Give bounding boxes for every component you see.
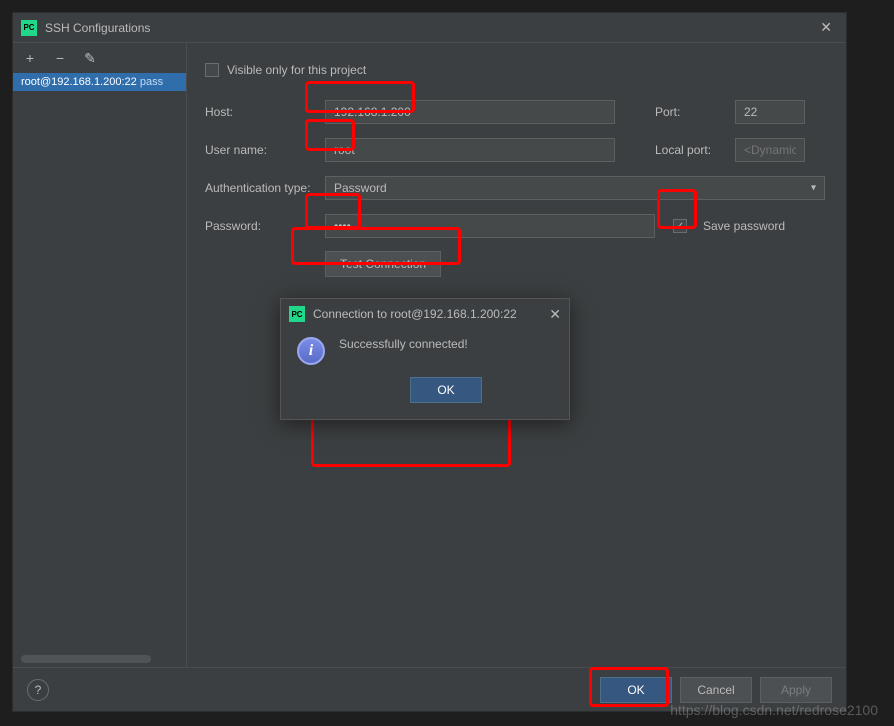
- chevron-down-icon: ▾: [811, 183, 816, 194]
- remove-config-button[interactable]: −: [51, 50, 69, 66]
- modal-title: Connection to root@192.168.1.200:22: [313, 307, 541, 321]
- username-input[interactable]: [325, 138, 615, 162]
- pycharm-icon: PC: [289, 306, 305, 322]
- auth-type-select[interactable]: Password ▾: [325, 176, 825, 200]
- local-port-label: Local port:: [655, 143, 727, 157]
- config-item-suffix: pass: [140, 76, 163, 88]
- test-connection-button[interactable]: Test Connection: [325, 251, 441, 277]
- sidebar-toolbar: + − ✎: [13, 43, 186, 73]
- cancel-button[interactable]: Cancel: [680, 677, 752, 703]
- close-icon[interactable]: ✕: [814, 17, 838, 38]
- modal-title-bar: PC Connection to root@192.168.1.200:22 ✕: [281, 299, 569, 329]
- port-label: Port:: [655, 105, 727, 119]
- connection-result-modal: PC Connection to root@192.168.1.200:22 ✕…: [280, 298, 570, 420]
- host-input[interactable]: [325, 100, 615, 124]
- modal-message: Successfully connected!: [339, 337, 553, 351]
- auth-type-value: Password: [334, 181, 387, 195]
- auth-type-label: Authentication type:: [205, 181, 325, 195]
- save-password-label: Save password: [703, 219, 785, 233]
- password-input[interactable]: [325, 214, 655, 238]
- info-icon: i: [297, 337, 325, 365]
- config-list: root@192.168.1.200:22 pass: [13, 73, 186, 651]
- sidebar-scrollbar[interactable]: [21, 655, 151, 663]
- config-item-name: root@192.168.1.200:22: [21, 76, 137, 88]
- modal-close-icon[interactable]: ✕: [549, 306, 561, 323]
- modal-ok-button[interactable]: OK: [410, 377, 482, 403]
- port-input[interactable]: [735, 100, 805, 124]
- add-config-button[interactable]: +: [21, 50, 39, 66]
- watermark: https://blog.csdn.net/redrose2100: [670, 702, 878, 718]
- host-label: Host:: [205, 105, 325, 119]
- window-title: SSH Configurations: [45, 21, 806, 35]
- save-password-checkbox[interactable]: [673, 219, 687, 233]
- pycharm-icon: PC: [21, 20, 37, 36]
- edit-config-button[interactable]: ✎: [81, 50, 99, 67]
- local-port-input[interactable]: [735, 138, 805, 162]
- visible-only-checkbox[interactable]: [205, 63, 219, 77]
- help-button[interactable]: ?: [27, 679, 49, 701]
- user-label: User name:: [205, 143, 325, 157]
- config-item[interactable]: root@192.168.1.200:22 pass: [13, 73, 186, 91]
- visible-only-label: Visible only for this project: [227, 63, 366, 77]
- password-label: Password:: [205, 219, 325, 233]
- sidebar: + − ✎ root@192.168.1.200:22 pass: [13, 43, 187, 667]
- apply-button[interactable]: Apply: [760, 677, 832, 703]
- ok-button[interactable]: OK: [600, 677, 672, 703]
- title-bar: PC SSH Configurations ✕: [13, 13, 846, 43]
